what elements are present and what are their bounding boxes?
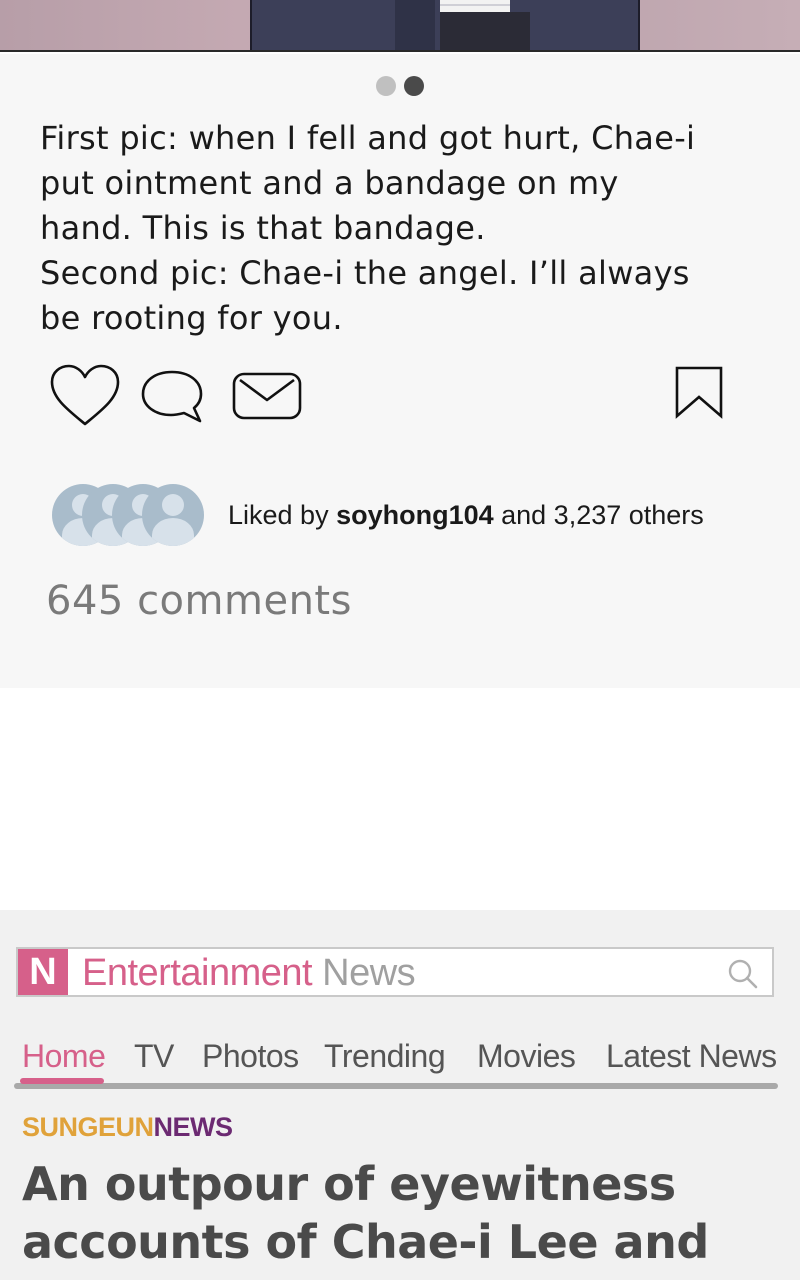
news-search-bar[interactable]: N Entertainment News bbox=[16, 947, 774, 997]
headline-line: accounts of Chae-i Lee and bbox=[22, 1215, 709, 1269]
tab-trending[interactable]: Trending bbox=[324, 1038, 446, 1075]
social-post: First pic: when I fell and got hurt, Cha… bbox=[0, 54, 800, 688]
envelope-icon[interactable] bbox=[230, 370, 304, 422]
tab-home[interactable]: Home bbox=[22, 1038, 106, 1075]
speech-bubble-icon[interactable] bbox=[138, 366, 206, 426]
likes-text: Liked by soyhong104 and 3,237 others bbox=[228, 500, 704, 531]
likes-prefix: Liked by bbox=[228, 500, 337, 530]
illustration-lapel bbox=[395, 0, 435, 50]
post-image-bottom-edge bbox=[0, 0, 800, 52]
headline-line: An outpour of eyewitness bbox=[22, 1157, 676, 1211]
likes-suffix: and 3,237 others bbox=[493, 500, 704, 530]
news-logo: N bbox=[18, 949, 68, 995]
heart-outline-icon[interactable] bbox=[48, 362, 122, 428]
search-icon[interactable] bbox=[726, 957, 760, 995]
tab-movies[interactable]: Movies bbox=[477, 1038, 576, 1075]
caption-line: hand. This is that bandage. bbox=[40, 209, 486, 247]
tab-latest-news[interactable]: Latest News bbox=[606, 1038, 777, 1075]
liker-avatars bbox=[52, 484, 207, 546]
news-app: N Entertainment News Home TV Photos Tren… bbox=[0, 910, 800, 1280]
caption-line: put ointment and a bandage on my bbox=[40, 164, 619, 202]
tabs-divider bbox=[14, 1083, 778, 1089]
carousel-dot-1[interactable] bbox=[376, 76, 396, 96]
source-part-1: SUNGEUN bbox=[22, 1112, 154, 1142]
liker-username[interactable]: soyhong104 bbox=[336, 500, 494, 530]
brand-primary: Entertainment bbox=[82, 952, 313, 994]
news-brand: Entertainment News bbox=[82, 951, 416, 995]
source-part-2: NEWS bbox=[153, 1112, 234, 1142]
caption-line: be rooting for you. bbox=[40, 299, 343, 337]
illustration-pants bbox=[440, 12, 530, 50]
carousel-indicator bbox=[0, 76, 800, 96]
news-tabs: Home TV Photos Trending Movies Latest Ne… bbox=[22, 1038, 782, 1078]
article-headline[interactable]: An outpour of eyewitness accounts of Cha… bbox=[22, 1155, 782, 1271]
carousel-dot-2[interactable] bbox=[404, 76, 424, 96]
caption-line: Second pic: Chae-i the angel. I’ll alway… bbox=[40, 254, 690, 292]
post-actions bbox=[0, 362, 800, 432]
active-tab-indicator bbox=[20, 1078, 104, 1084]
tab-tv[interactable]: TV bbox=[134, 1038, 174, 1075]
news-source: SUNGEUNNEWS bbox=[22, 1112, 233, 1143]
avatar bbox=[142, 484, 204, 546]
comments-link[interactable]: 645 comments bbox=[46, 578, 352, 624]
likes-summary[interactable]: Liked by soyhong104 and 3,237 others bbox=[52, 482, 772, 546]
brand-secondary: News bbox=[312, 952, 416, 994]
caption-line: First pic: when I fell and got hurt, Cha… bbox=[40, 119, 696, 157]
bookmark-icon[interactable] bbox=[672, 364, 726, 420]
tab-photos[interactable]: Photos bbox=[202, 1038, 299, 1075]
post-caption: First pic: when I fell and got hurt, Cha… bbox=[40, 116, 780, 341]
